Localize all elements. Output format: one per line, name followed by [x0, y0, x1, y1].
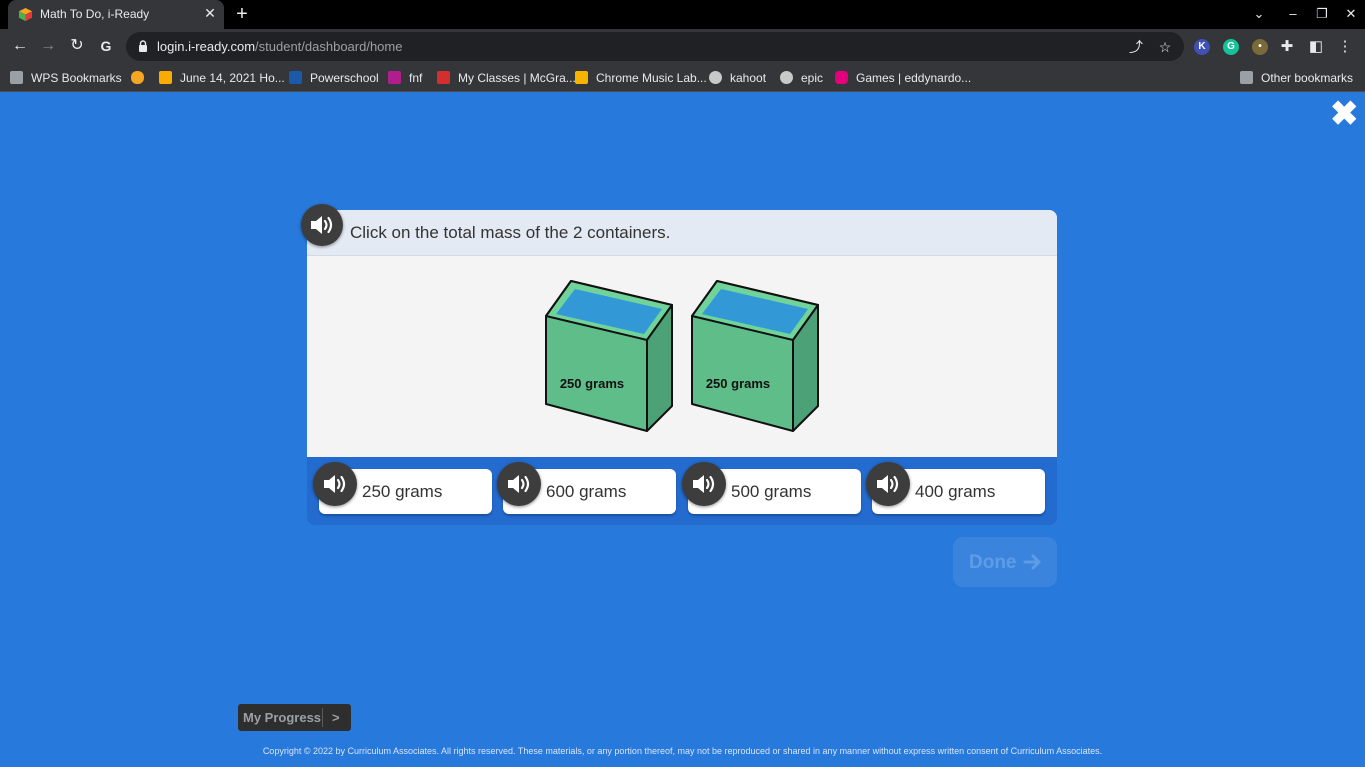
- my-progress-label: My Progress: [243, 710, 322, 725]
- sis-icon: [289, 71, 302, 84]
- my-progress-button[interactable]: My Progress >: [238, 704, 351, 731]
- bookmark-label: My Classes | McGra...: [458, 71, 576, 85]
- globe-icon: [780, 71, 793, 84]
- bookmark-item[interactable]: epic: [780, 69, 823, 87]
- answer-label: 250 grams: [362, 482, 443, 501]
- bookmark-label: WPS Bookmarks: [31, 71, 122, 85]
- reload-icon[interactable]: ↻: [66, 35, 88, 57]
- tab-search-icon[interactable]: ⌄: [1248, 4, 1270, 24]
- bookmark-item[interactable]: My Classes | McGra...: [437, 69, 576, 87]
- address-bar[interactable]: login.i-ready.com/student/dashboard/home…: [126, 32, 1184, 61]
- google-icon[interactable]: G: [95, 35, 117, 57]
- folder-icon: [1240, 71, 1253, 84]
- close-lesson-icon[interactable]: ✖: [1330, 97, 1359, 131]
- question-text: Click on the total mass of the 2 contain…: [350, 223, 671, 242]
- bookmark-star-icon[interactable]: ☆: [1156, 38, 1174, 56]
- new-tab-icon[interactable]: +: [232, 4, 252, 24]
- forward-icon[interactable]: →: [37, 35, 59, 57]
- question-header: Click on the total mass of the 2 contain…: [307, 210, 1057, 256]
- containers-illustration: 250 grams 250 grams: [545, 280, 819, 432]
- container-left-label: 250 grams: [560, 376, 624, 391]
- chevron-right-icon: >: [332, 710, 340, 725]
- container-right-label: 250 grams: [706, 376, 770, 391]
- menu-kebab-icon[interactable]: ⋮: [1335, 37, 1355, 57]
- bookmark-item[interactable]: kahoot: [709, 69, 766, 87]
- window-close-icon[interactable]: ✕: [1340, 4, 1362, 24]
- bookmarks-bar: WPS Bookmarks June 14, 2021 Ho... Powers…: [0, 64, 1365, 92]
- extension-avatar-icon[interactable]: •: [1252, 39, 1268, 55]
- share-icon[interactable]: ⤴: [1127, 38, 1145, 56]
- answer-2-audio-button[interactable]: [497, 462, 541, 506]
- speaker-icon: [693, 475, 715, 493]
- url-host: login.i-ready.com: [157, 39, 256, 54]
- games-icon: [835, 71, 848, 84]
- answer-3-audio-button[interactable]: [682, 462, 726, 506]
- fnf-icon: [388, 71, 401, 84]
- bookmark-label: kahoot: [730, 71, 767, 85]
- bookmark-item[interactable]: Games | eddynardo...: [835, 69, 971, 87]
- bookmark-label: Powerschool: [310, 71, 379, 85]
- other-bookmarks-label: Other bookmarks: [1261, 71, 1354, 85]
- bookmark-item[interactable]: fnf: [388, 69, 422, 87]
- bookmark-item[interactable]: Chrome Music Lab...: [575, 69, 707, 87]
- browser-toolbar: ← → ↻ G login.i-ready.com/student/dashbo…: [0, 29, 1365, 64]
- url-text: login.i-ready.com/student/dashboard/home: [157, 39, 402, 54]
- back-icon[interactable]: ←: [9, 35, 31, 57]
- bookmark-label: Games | eddynardo...: [856, 71, 972, 85]
- url-path: /student/dashboard/home: [255, 39, 403, 54]
- bookmark-item[interactable]: June 14, 2021 Ho...: [159, 69, 285, 87]
- done-button[interactable]: Done: [953, 537, 1057, 587]
- bookmark-item[interactable]: WPS Bookmarks: [10, 69, 122, 87]
- globe-icon: [709, 71, 722, 84]
- other-bookmarks[interactable]: Other bookmarks: [1240, 69, 1353, 87]
- bookmark-label: fnf: [409, 71, 423, 85]
- answer-label: 500 grams: [731, 482, 812, 501]
- question-audio-button[interactable]: [301, 204, 343, 246]
- k-extension-icon[interactable]: K: [1194, 39, 1210, 55]
- speaker-icon: [508, 475, 530, 493]
- answer-1-audio-button[interactable]: [313, 462, 357, 506]
- music-lab-icon: [575, 71, 588, 84]
- answer-4-audio-button[interactable]: [866, 462, 910, 506]
- restore-icon[interactable]: ❐: [1311, 4, 1333, 24]
- speaker-icon: [311, 216, 333, 234]
- mcgraw-icon: [437, 71, 450, 84]
- bookmark-label: epic: [801, 71, 824, 85]
- arrow-right-icon: [1023, 554, 1041, 570]
- folder-icon: [10, 71, 23, 84]
- browser-tab[interactable]: Math To Do, i-Ready ✕: [8, 0, 224, 29]
- classroom-icon: [159, 71, 172, 84]
- answer-label: 400 grams: [915, 482, 996, 501]
- tab-strip: Math To Do, i-Ready ✕ + ⌄ – ❐ ✕: [0, 0, 1365, 29]
- tab-close-icon[interactable]: ✕: [202, 5, 218, 21]
- answer-label: 600 grams: [546, 482, 627, 501]
- copyright-notice: Copyright © 2022 by Curriculum Associate…: [262, 746, 1103, 756]
- iready-favicon-icon: [18, 7, 33, 22]
- side-panel-icon[interactable]: ◧: [1306, 37, 1326, 57]
- lock-icon: [139, 40, 147, 52]
- bookmark-label: Chrome Music Lab...: [596, 71, 707, 85]
- divider: [322, 708, 323, 727]
- speaker-icon: [877, 475, 899, 493]
- minimize-icon[interactable]: –: [1282, 4, 1304, 24]
- bookmark-item[interactable]: [131, 69, 152, 87]
- speaker-icon: [324, 475, 346, 493]
- container-left: 250 grams: [545, 280, 673, 432]
- container-right: 250 grams: [691, 280, 819, 432]
- tab-title: Math To Do, i-Ready: [40, 7, 150, 21]
- done-label: Done: [969, 552, 1017, 573]
- bookmark-label: June 14, 2021 Ho...: [180, 71, 285, 85]
- bookmark-item[interactable]: Powerschool: [289, 69, 379, 87]
- extensions-puzzle-icon[interactable]: ✚: [1277, 37, 1297, 57]
- hand-icon: [131, 71, 144, 84]
- grammarly-icon[interactable]: G: [1223, 39, 1239, 55]
